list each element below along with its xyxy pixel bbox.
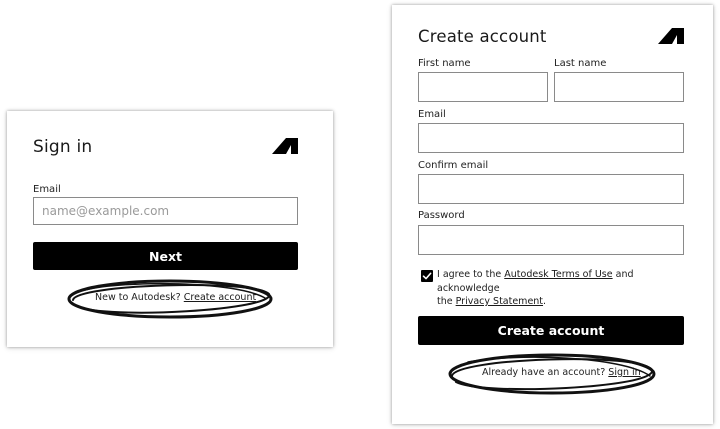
terms-end: . xyxy=(543,296,547,307)
privacy-statement-link[interactable]: Privacy Statement xyxy=(456,296,543,307)
create-account-title: Create account xyxy=(418,27,547,46)
last-name-label: Last name xyxy=(554,58,607,69)
terms-of-use-link[interactable]: Autodesk Terms of Use xyxy=(504,269,612,280)
create-account-card: Create account First name Last name Emai… xyxy=(392,5,713,424)
create-footer-text: Already have an account? xyxy=(482,367,606,378)
terms-text: I agree to the Autodesk Terms of Use and… xyxy=(437,268,697,309)
password-label: Password xyxy=(418,210,465,221)
first-name-input[interactable] xyxy=(418,72,548,102)
next-button[interactable]: Next xyxy=(33,242,298,270)
last-name-input[interactable] xyxy=(554,72,684,102)
email-label: Email xyxy=(418,109,446,120)
sign-in-link[interactable]: Sign in xyxy=(608,367,640,378)
password-input[interactable] xyxy=(418,225,684,255)
first-name-label: First name xyxy=(418,58,471,69)
email-label: Email xyxy=(33,184,61,195)
signin-title: Sign in xyxy=(33,137,93,157)
signin-footer-text: New to Autodesk? xyxy=(95,292,181,303)
signin-footer: New to Autodesk? Create account xyxy=(95,292,256,303)
terms-prefix: I agree to the xyxy=(437,269,502,280)
checkmark-icon xyxy=(422,272,432,280)
confirm-email-label: Confirm email xyxy=(418,160,489,171)
email-input[interactable] xyxy=(33,197,298,225)
autodesk-logo-icon xyxy=(272,138,298,154)
signin-card: Sign in Email Next New to Autodesk? Crea… xyxy=(7,111,333,347)
agree-checkbox[interactable] xyxy=(421,270,433,282)
terms-the: the xyxy=(437,296,453,307)
autodesk-logo-icon xyxy=(658,28,684,44)
confirm-email-input[interactable] xyxy=(418,174,684,204)
create-account-footer: Already have an account? Sign in xyxy=(482,367,641,378)
create-account-button[interactable]: Create account xyxy=(418,316,684,345)
email-input[interactable] xyxy=(418,123,684,153)
create-account-link[interactable]: Create account xyxy=(184,292,256,303)
